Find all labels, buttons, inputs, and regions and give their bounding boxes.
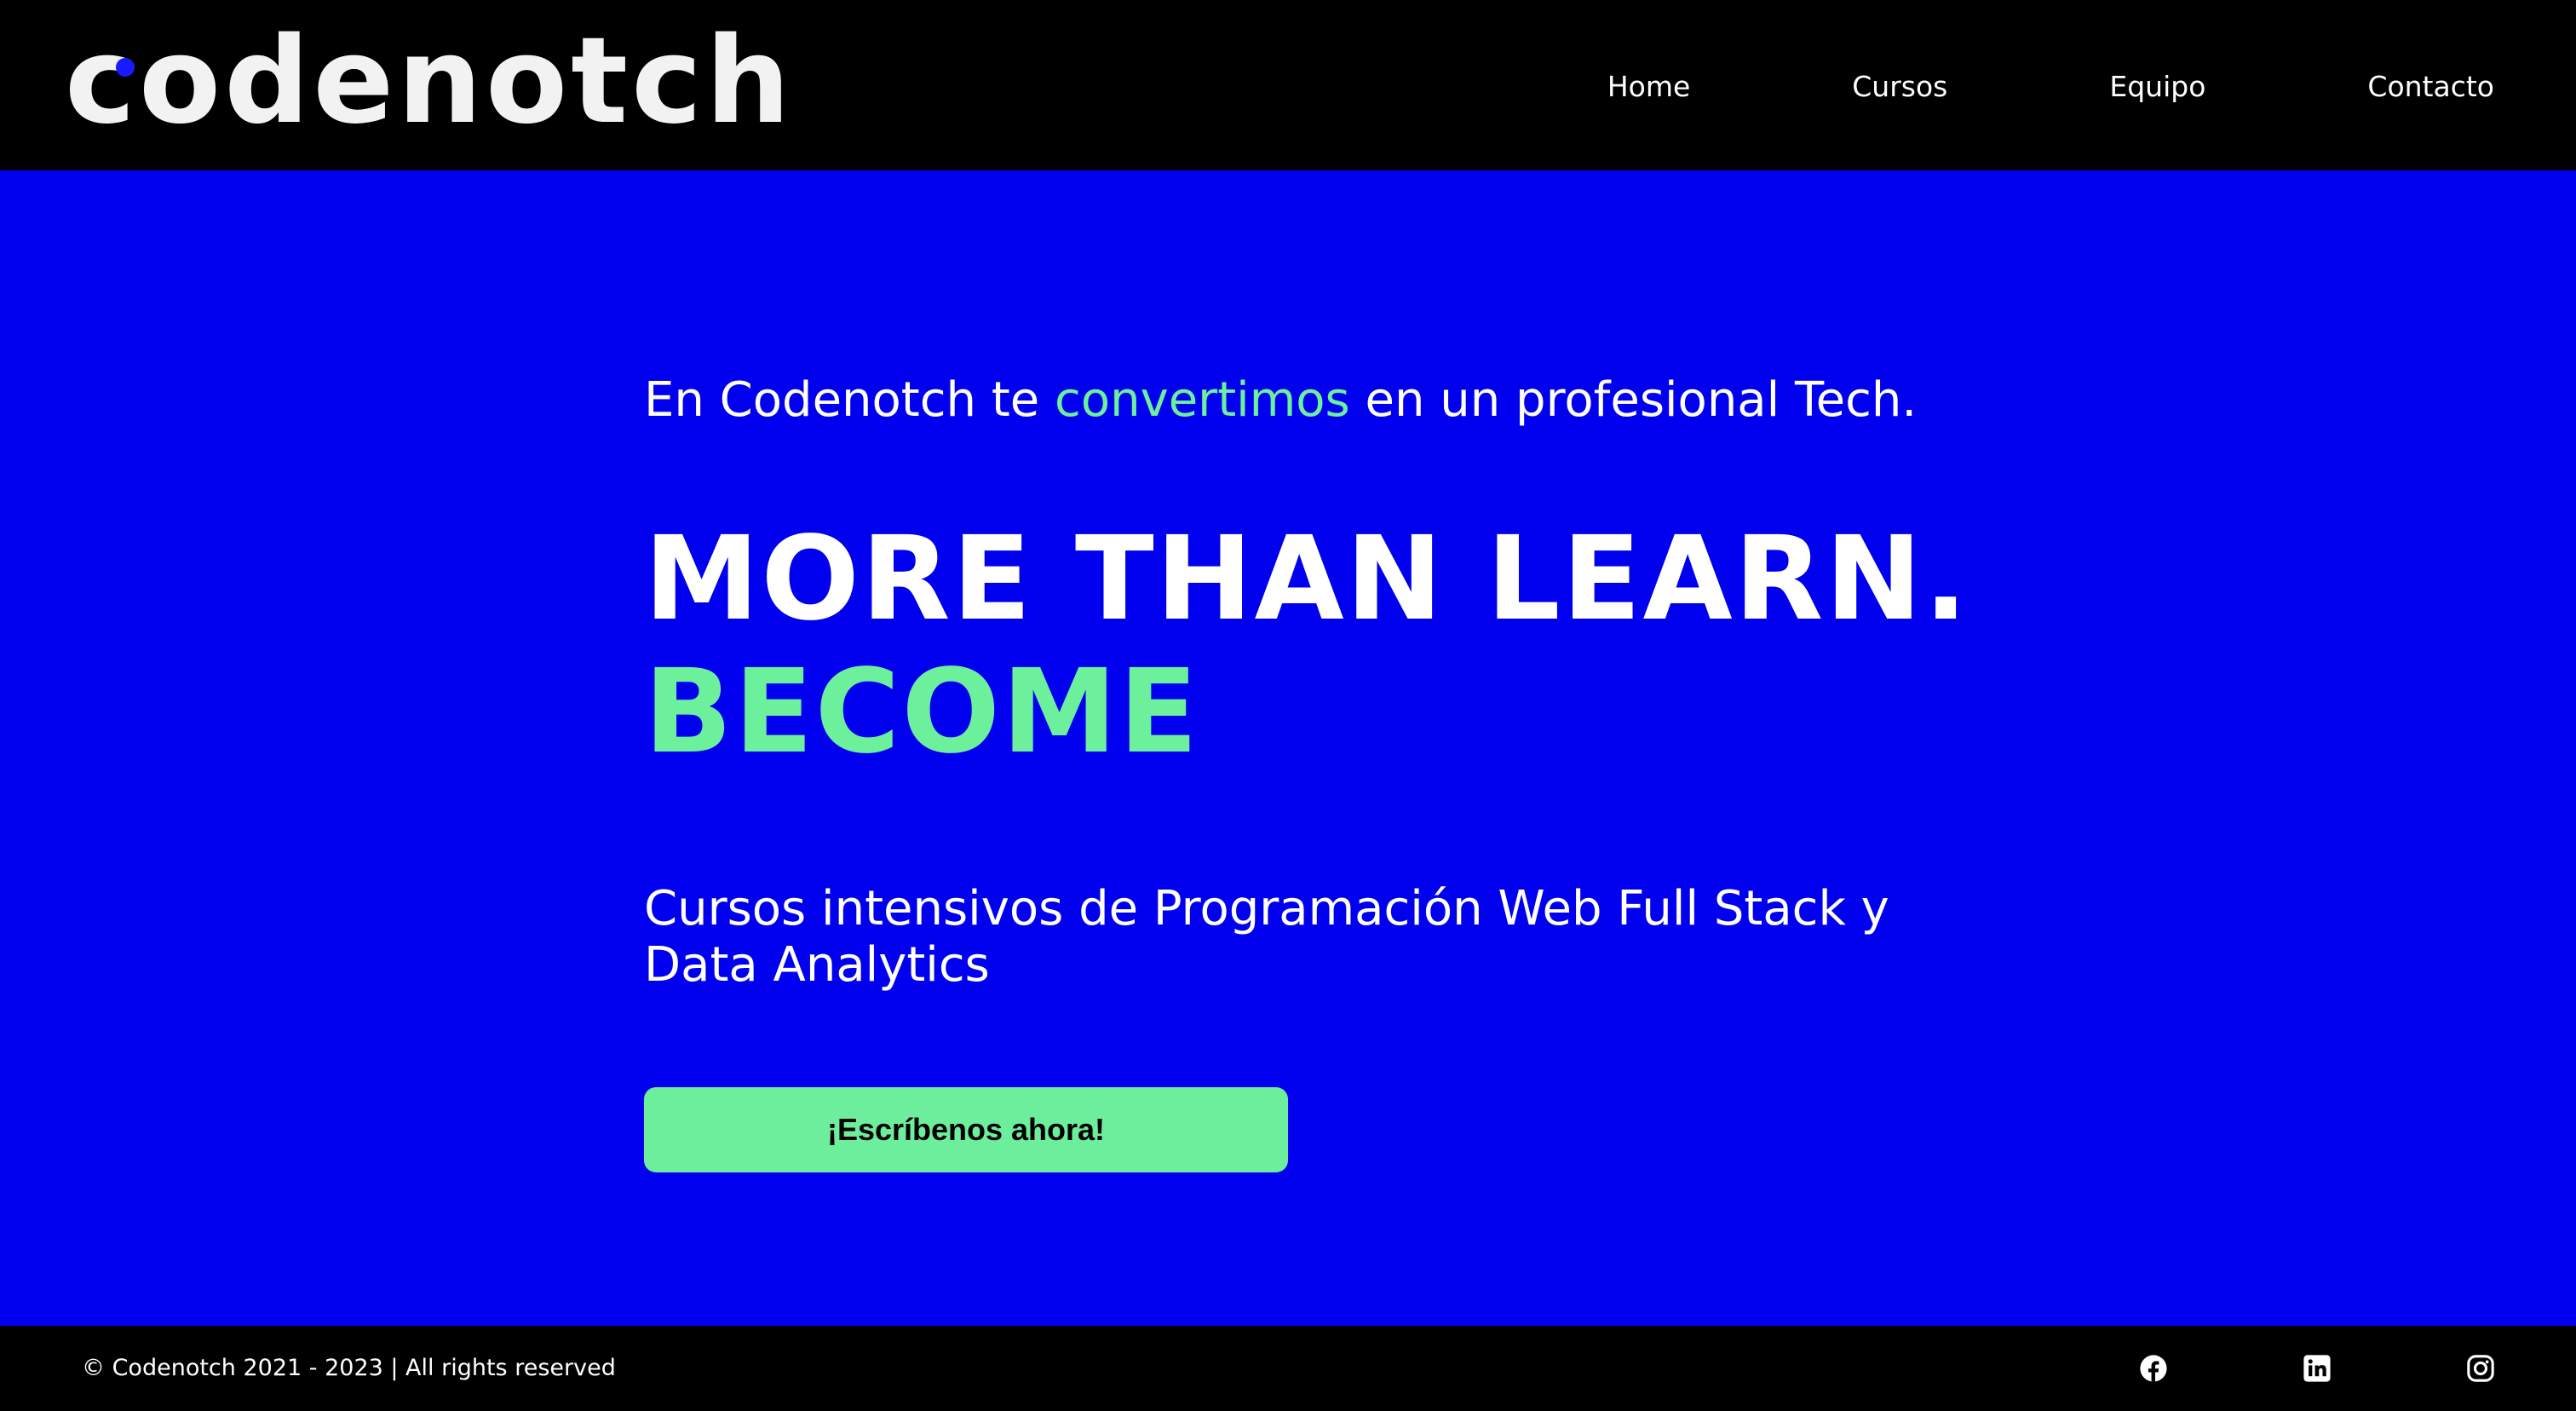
nav-contacto-link[interactable]: Contacto bbox=[2367, 60, 2494, 114]
logo-text: codenotch bbox=[65, 12, 794, 151]
nav-cursos-link[interactable]: Cursos bbox=[1852, 60, 1947, 114]
linkedin-icon[interactable] bbox=[2300, 1351, 2334, 1385]
headline-line-1: MORE THAN LEARN. bbox=[644, 512, 1969, 647]
main-nav: Home Cursos Equipo Contacto bbox=[1607, 60, 2494, 114]
linkedin-icon-svg bbox=[2303, 1355, 2331, 1382]
instagram-icon[interactable] bbox=[2464, 1351, 2498, 1385]
headline-line-2: BECOME bbox=[644, 645, 1200, 780]
logo-dot-icon bbox=[116, 58, 135, 77]
tagline-text-start: En Codenotch te bbox=[644, 372, 1055, 428]
site-footer: © Codenotch 2021 - 2023 | All rights res… bbox=[0, 1326, 2576, 1411]
hero-subtitle: Cursos intensivos de Programación Web Fu… bbox=[644, 881, 1889, 993]
facebook-icon[interactable] bbox=[2136, 1351, 2171, 1385]
copyright-text: © Codenotch 2021 - 2023 | All rights res… bbox=[82, 1355, 616, 1381]
hero-headline: MORE THAN LEARN. BECOME bbox=[644, 513, 1968, 780]
codenotch-logo[interactable]: codenotch bbox=[65, 22, 794, 141]
logo-wordmark: codenotch bbox=[65, 22, 794, 141]
nav-equipo-link[interactable]: Equipo bbox=[2109, 60, 2205, 114]
hero-tagline: En Codenotch te convertimos en un profes… bbox=[644, 366, 1922, 435]
site-header: codenotch Home Cursos Equipo Contacto bbox=[0, 0, 2576, 170]
tagline-text-end: en un profesional Tech. bbox=[1349, 372, 1918, 428]
hero-section: En Codenotch te convertimos en un profes… bbox=[644, 366, 1968, 993]
nav-home-link[interactable]: Home bbox=[1607, 60, 1690, 114]
facebook-icon-svg bbox=[2140, 1355, 2167, 1382]
social-links bbox=[2136, 1351, 2498, 1385]
tagline-accent-word: convertimos bbox=[1055, 372, 1350, 428]
contact-cta-button[interactable]: ¡Escríbenos ahora! bbox=[644, 1087, 1288, 1172]
instagram-icon-svg bbox=[2467, 1355, 2494, 1382]
